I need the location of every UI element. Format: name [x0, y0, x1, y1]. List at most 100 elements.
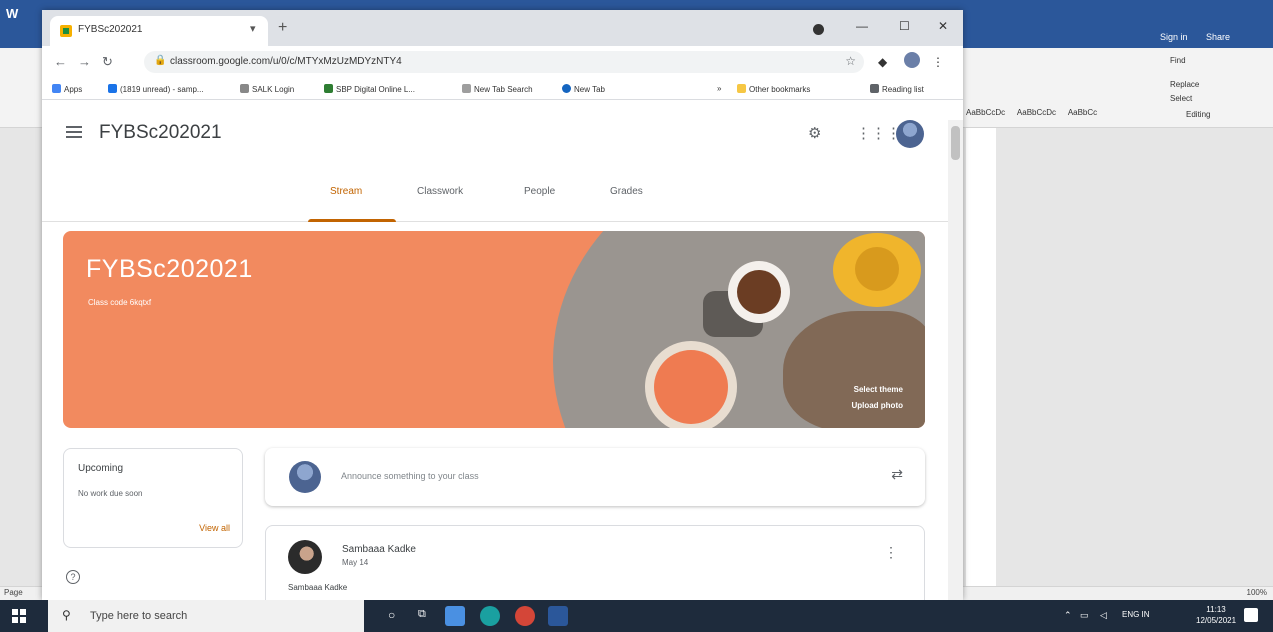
menu-icon[interactable]: ⋮ — [932, 55, 944, 69]
bookmark-chevron-icon[interactable]: » — [717, 84, 721, 93]
tab-stream[interactable]: Stream — [330, 186, 362, 197]
bookmark-item[interactable]: Apps — [52, 84, 82, 94]
profile-avatar[interactable] — [904, 52, 920, 68]
word-replace[interactable]: Replace — [1170, 80, 1199, 89]
upload-photo-link[interactable]: Upload photo — [851, 401, 903, 410]
desktop: W Sign in Share AaBbCcDc AaBbCcDc AaBbCc… — [0, 0, 1273, 632]
close-icon[interactable]: ✕ — [938, 19, 948, 33]
taskbar: ⚲ Type here to search ○ ⧉ ⌃ ▭ ◁ ENG IN 1… — [0, 600, 1273, 632]
notification-icon[interactable] — [1244, 608, 1258, 622]
maximize-icon[interactable]: ☐ — [899, 19, 910, 33]
view-all-link[interactable]: View all — [199, 523, 230, 533]
cortana-icon[interactable]: ○ — [388, 608, 395, 622]
word-style[interactable]: AaBbCcDc — [1017, 108, 1056, 117]
active-tab-indicator — [308, 219, 396, 222]
task-view-icon[interactable]: ⧉ — [418, 608, 426, 621]
extension-icon[interactable]: ◆ — [878, 55, 887, 69]
class-code[interactable]: Class code 6kqtxf — [88, 298, 151, 307]
word-zoom[interactable]: 100% — [1247, 588, 1267, 597]
folder-icon — [737, 84, 746, 93]
page-scrollbar[interactable] — [948, 120, 963, 600]
announce-placeholder[interactable]: Announce something to your class — [341, 471, 479, 481]
bookmark-item[interactable]: SBP Digital Online L... — [324, 84, 415, 94]
word-document-area — [962, 128, 1273, 598]
search-icon: ⚲ — [62, 608, 71, 622]
apps-grid-icon[interactable]: ⋮⋮⋮ — [856, 124, 901, 142]
author-avatar — [288, 540, 322, 574]
page-title[interactable]: FYBSc202021 — [99, 122, 222, 144]
edge-icon[interactable] — [480, 606, 500, 626]
account-avatar[interactable] — [896, 120, 924, 148]
classroom-tabs: Stream Classwork People Grades — [42, 186, 963, 222]
word-page-status: Page — [4, 588, 23, 597]
bookmark-item[interactable]: (1819 unread) - samp... — [108, 84, 204, 94]
tab-close-icon[interactable]: ▾ — [250, 22, 256, 35]
reading-list-icon — [870, 84, 879, 93]
post-menu-icon[interactable]: ⋮ — [884, 544, 898, 561]
chrome-icon[interactable] — [515, 606, 535, 626]
post-text: Sambaaa Kadke — [288, 583, 348, 592]
select-theme-link[interactable]: Select theme — [854, 385, 903, 394]
hamburger-menu-icon[interactable] — [66, 126, 82, 138]
file-explorer-icon[interactable] — [445, 606, 465, 626]
windows-start-icon[interactable] — [12, 609, 26, 623]
reading-list[interactable]: Reading list — [870, 84, 924, 94]
site-icon — [240, 84, 249, 93]
volume-icon[interactable]: ◁ — [1100, 610, 1107, 621]
clock-date: 12/05/2021 — [1196, 616, 1237, 625]
other-bookmarks[interactable]: Other bookmarks — [737, 84, 810, 94]
class-banner: FYBSc202021 Class code 6kqtxf Select the… — [63, 231, 925, 428]
minimize-icon[interactable]: — — [856, 19, 868, 33]
teapot-illustration — [833, 233, 921, 307]
word-styles: AaBbCcDc AaBbCcDc AaBbCc — [966, 108, 1107, 117]
reload-icon[interactable]: ↻ — [102, 54, 113, 70]
bookmark-item[interactable]: SALK Login — [240, 84, 294, 94]
network-icon[interactable]: ▭ — [1080, 610, 1089, 621]
bookmark-label: SBP Digital Online L... — [336, 85, 416, 94]
bookmark-label: SALK Login — [252, 85, 295, 94]
url-text[interactable]: classroom.google.com/u/0/c/MTYxMzUzMDYzN… — [170, 56, 402, 67]
banner-shadow — [783, 311, 925, 428]
apps-icon — [52, 84, 61, 93]
page-icon — [562, 84, 571, 93]
record-icon[interactable] — [813, 24, 824, 35]
upcoming-body: No work due soon — [78, 489, 143, 498]
word-style[interactable]: AaBbCcDc — [966, 108, 1005, 117]
word-share[interactable]: Share — [1206, 32, 1230, 42]
language-indicator[interactable]: ENG IN — [1122, 610, 1150, 619]
word-sign-in[interactable]: Sign in — [1160, 32, 1188, 42]
tab-classwork[interactable]: Classwork — [417, 186, 463, 197]
mail-icon — [108, 84, 117, 93]
word-style[interactable]: AaBbCc — [1068, 108, 1097, 117]
help-icon[interactable]: ? — [66, 570, 80, 584]
back-icon[interactable]: ← — [54, 54, 67, 69]
browser-tab[interactable]: FYBSc202021 ▾ — [50, 16, 268, 46]
word-find[interactable]: Find — [1170, 56, 1186, 65]
word-select[interactable]: Select — [1170, 94, 1192, 103]
bookmark-label: (1819 unread) - samp... — [120, 85, 204, 94]
word-logo: W — [6, 6, 19, 21]
bookmark-item[interactable]: New Tab — [562, 84, 605, 94]
announce-box[interactable]: Announce something to your class ⇄ — [265, 448, 925, 506]
forward-icon[interactable]: → — [78, 54, 91, 69]
word-icon[interactable] — [548, 606, 568, 626]
upcoming-card: Upcoming No work due soon View all — [63, 448, 243, 548]
repost-icon[interactable]: ⇄ — [891, 466, 903, 483]
lock-icon[interactable]: 🔒 — [154, 55, 166, 66]
scrollbar-thumb[interactable] — [951, 126, 960, 160]
bookmark-item[interactable]: New Tab Search — [462, 84, 533, 94]
settings-icon[interactable]: ⚙ — [808, 124, 821, 142]
tab-title: FYBSc202021 — [78, 24, 143, 35]
taskbar-search[interactable]: ⚲ Type here to search — [48, 600, 364, 632]
tab-people[interactable]: People — [524, 186, 555, 197]
tab-strip: FYBSc202021 ▾ + — ☐ ✕ — [42, 10, 963, 46]
post-date: May 14 — [342, 558, 369, 567]
coffee-cup-illustration — [728, 261, 790, 323]
bookmark-star-icon[interactable]: ☆ — [845, 54, 856, 68]
chrome-window: FYBSc202021 ▾ + — ☐ ✕ ← → ↻ 🔒 classroom.… — [42, 10, 963, 600]
system-clock[interactable]: 11:13 12/05/2021 — [1196, 604, 1236, 626]
tray-chevron-icon[interactable]: ⌃ — [1064, 610, 1072, 621]
address-bar[interactable]: 🔒 classroom.google.com/u/0/c/MTYxMzUzMDY… — [144, 51, 864, 73]
new-tab-icon[interactable]: + — [278, 19, 287, 37]
tab-grades[interactable]: Grades — [610, 186, 643, 197]
